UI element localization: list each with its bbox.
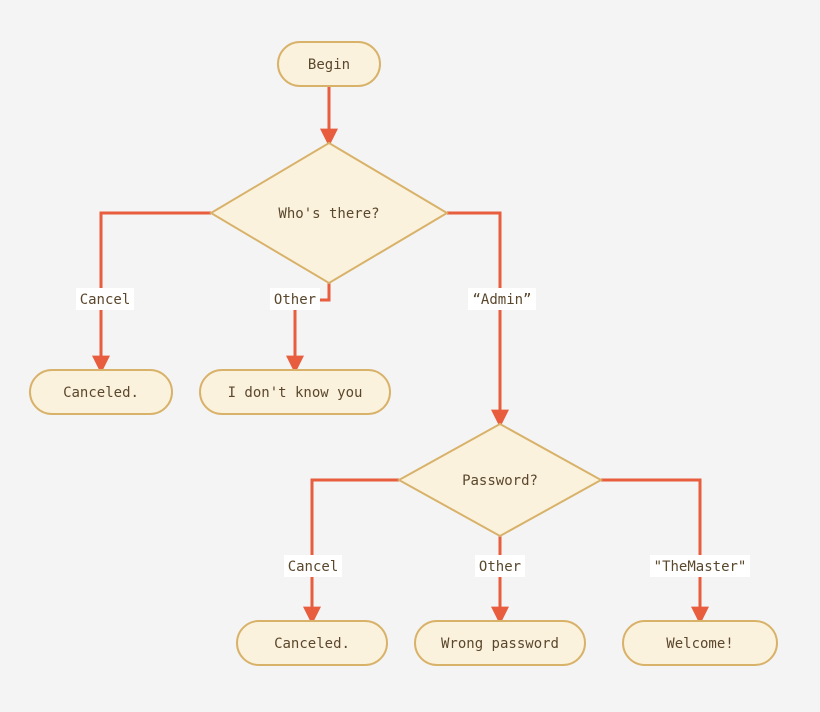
node-idk: I don't know you	[200, 370, 390, 414]
node-password: Password?	[399, 424, 601, 536]
svg-text:Canceled.: Canceled.	[274, 636, 350, 652]
node-begin: Begin	[278, 42, 380, 86]
svg-text:Canceled.: Canceled.	[63, 385, 139, 401]
svg-text:Welcome!: Welcome!	[666, 636, 733, 652]
edge-label-pw-master: "TheMaster"	[654, 559, 747, 575]
edge-label-who-cancel: Cancel	[80, 292, 131, 308]
node-wrong: Wrong password	[415, 621, 585, 665]
svg-text:I don't know you: I don't know you	[228, 385, 363, 401]
node-who: Who's there?	[211, 143, 447, 283]
svg-text:Who's there?: Who's there?	[278, 206, 379, 222]
edge-label-pw-other: Other	[479, 559, 521, 575]
svg-text:Begin: Begin	[308, 57, 350, 73]
node-canceled-1: Canceled.	[30, 370, 172, 414]
node-canceled-2: Canceled.	[237, 621, 387, 665]
edge-pw-master	[601, 480, 700, 621]
svg-text:Wrong password: Wrong password	[441, 636, 559, 652]
svg-text:Password?: Password?	[462, 473, 538, 489]
edge-label-who-other: Other	[274, 292, 316, 308]
edge-who-admin	[447, 213, 500, 424]
edge-pw-cancel	[312, 480, 399, 621]
edge-label-pw-cancel: Cancel	[288, 559, 339, 575]
edge-label-who-admin: “Admin”	[472, 292, 531, 308]
flowchart-canvas: Cancel Other “Admin” Cancel Other "TheMa…	[0, 0, 820, 712]
node-welcome: Welcome!	[623, 621, 777, 665]
